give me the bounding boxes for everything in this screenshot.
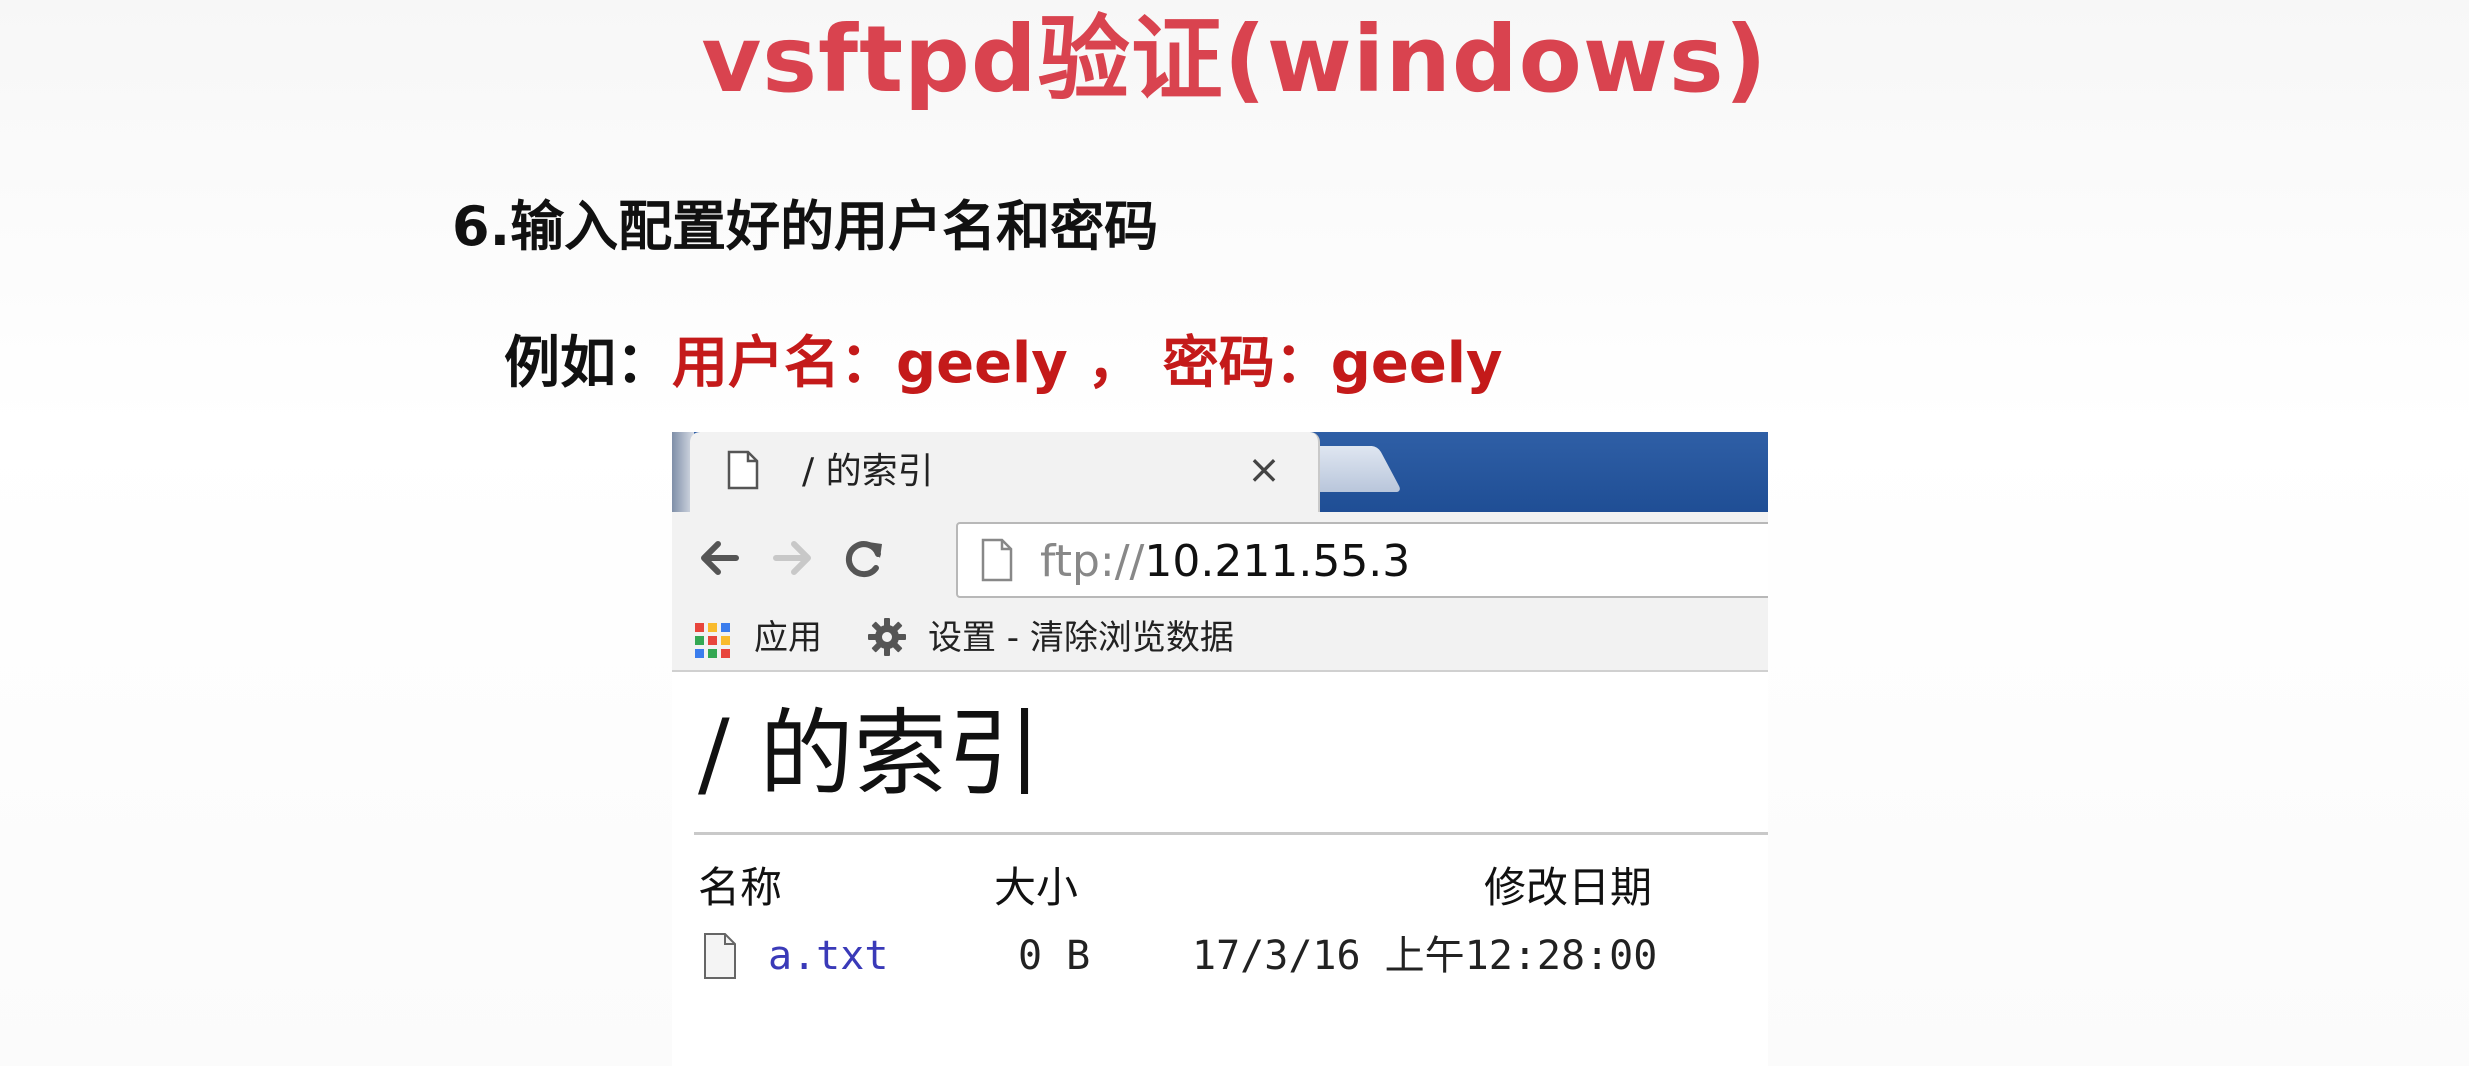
page-heading: / 的索引: [698, 700, 1042, 809]
example-prefix: 例如：: [504, 331, 672, 396]
page-icon: [727, 450, 759, 490]
slide-title: vsftpd验证(windows): [701, 6, 1768, 113]
example-username: 用户名：geely: [672, 331, 1068, 396]
tab-title: / 的索引: [802, 451, 934, 492]
url-text: ftp://10.211.55.3: [1040, 536, 1410, 588]
bookmark-settings-label[interactable]: 设置 - 清除浏览数据: [928, 616, 1234, 660]
forward-arrow-icon[interactable]: [766, 532, 818, 584]
browser-window: / 的索引 × ftp://10.211.55.3 应用 设置 - 清除浏览数据…: [672, 432, 1768, 1066]
file-link[interactable]: a.txt: [768, 930, 888, 982]
file-icon: [704, 933, 736, 979]
table-row: a.txt 0 B 17/3/16 上午12:28:00: [672, 928, 1768, 988]
url-scheme: ftp://: [1040, 536, 1145, 587]
browser-toolbar: ftp://10.211.55.3: [672, 512, 1768, 604]
example-separator: ，: [1067, 331, 1163, 396]
address-bar[interactable]: ftp://10.211.55.3: [956, 522, 1768, 598]
tab-strip: / 的索引 ×: [672, 432, 1768, 514]
page-icon: [981, 538, 1013, 582]
example-password: 密码：geely: [1162, 331, 1503, 396]
gear-icon[interactable]: [866, 616, 908, 658]
column-header-name[interactable]: 名称: [698, 862, 782, 914]
back-arrow-icon[interactable]: [694, 532, 746, 584]
close-icon[interactable]: ×: [1246, 448, 1282, 492]
tab-index[interactable]: / 的索引 ×: [690, 432, 1320, 514]
url-host: 10.211.55.3: [1144, 536, 1411, 587]
file-size: 0 B: [1018, 933, 1091, 979]
file-date: 17/3/16 上午12:28:00: [1192, 933, 1658, 979]
bookmark-apps-label[interactable]: 应用: [754, 616, 822, 660]
page-content: / 的索引 名称 大小 修改日期 a.txt 0 B 17/3/16 上午12:…: [672, 674, 1768, 1066]
divider: [694, 832, 1768, 835]
reload-icon[interactable]: [838, 532, 890, 584]
bookmarks-bar: 应用 设置 - 清除浏览数据: [672, 604, 1768, 672]
apps-grid-icon[interactable]: [694, 622, 732, 660]
step-instruction: 6.输入配置好的用户名和密码: [452, 195, 1159, 258]
column-header-size[interactable]: 大小: [994, 862, 1078, 914]
column-header-date[interactable]: 修改日期: [1484, 862, 1652, 914]
example-credentials: 例如：用户名：geely ， 密码：geely: [504, 328, 1503, 400]
